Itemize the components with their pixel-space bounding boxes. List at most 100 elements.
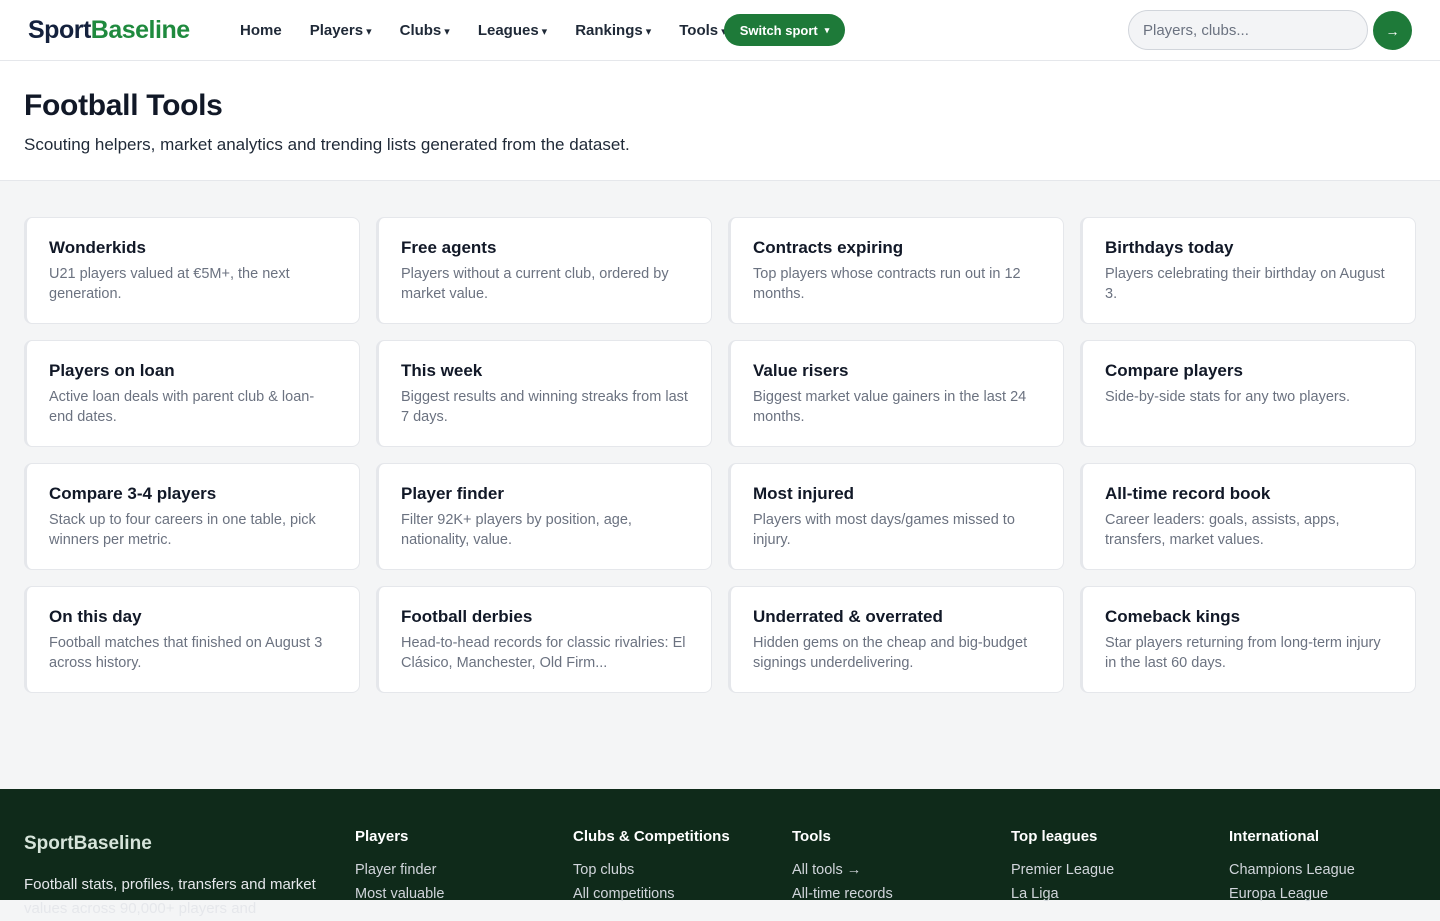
- tool-card-player-finder[interactable]: Player finder Filter 92K+ players by posi…: [376, 463, 712, 570]
- chevron-down-icon: ▾: [645, 25, 652, 38]
- tool-card-contracts-expiring[interactable]: Contracts expiring Top players whose cont…: [728, 217, 1064, 324]
- tool-card-description: U21 players valued at €5M+, the next gen…: [49, 266, 290, 302]
- nav-tools-label: Tools: [679, 21, 719, 39]
- chevron-down-icon: ▾: [824, 24, 830, 35]
- tool-card-title: Contracts expiring: [753, 238, 904, 257]
- footer-link[interactable]: All tools →: [792, 858, 893, 882]
- tool-card-free-agents[interactable]: Free agents Players without a current clu…: [376, 217, 712, 324]
- tool-card-title: Football derbies: [401, 607, 533, 626]
- tool-card-title: Free agents: [401, 238, 497, 257]
- tool-card-on-this-day[interactable]: On this day Football matches that finishe…: [24, 586, 360, 693]
- logo-part-baseline: Baseline: [90, 16, 190, 44]
- main-nav: Home Players ▾ Clubs ▾ Leagues ▾ Rankings ▾ …: [240, 0, 755, 60]
- tool-card-underrated-overrated[interactable]: Underrated & overrated Hidden gems on the…: [728, 586, 1064, 693]
- footer-column-clubs-competitions: Clubs & Competitions Top clubs All compe…: [573, 828, 730, 906]
- nav-clubs-label: Clubs: [399, 21, 442, 39]
- tool-card-most-injured[interactable]: Most injured Players with most days/games…: [728, 463, 1064, 570]
- tool-card-title: Compare players: [1105, 361, 1243, 380]
- nav-home-label: Home: [240, 21, 282, 39]
- footer-link[interactable]: Player finder: [355, 858, 444, 882]
- nav-clubs[interactable]: Clubs ▾: [400, 22, 450, 39]
- tool-card-wonderkids[interactable]: Wonderkids U21 players valued at €5M+, th…: [24, 217, 360, 324]
- nav-tools[interactable]: Tools▾: [679, 22, 726, 39]
- nav-players[interactable]: Players ▾: [310, 22, 372, 39]
- tool-card-description: Stack up to four careers in one table, p…: [49, 512, 316, 548]
- tool-card-this-week[interactable]: This week Biggest results and winning str…: [376, 340, 712, 447]
- footer-description: Football stats, profiles, transfers and …: [24, 876, 316, 917]
- tool-card-description: Head-to-head records for classic rivalri…: [401, 635, 686, 671]
- footer-link[interactable]: Premier League: [1011, 858, 1114, 882]
- switch-sport-label: Switch sport: [739, 22, 818, 38]
- footer-link[interactable]: La Liga: [1011, 882, 1114, 906]
- footer-column-heading: Players: [355, 828, 409, 845]
- tool-card-birthdays-today[interactable]: Birthdays today Players celebrating their…: [1080, 217, 1416, 324]
- nav-leagues[interactable]: Leagues ▾: [478, 22, 547, 39]
- chevron-down-icon: ▾: [541, 25, 548, 38]
- tool-card-compare-3-4-players[interactable]: Compare 3-4 players Stack up to four care…: [24, 463, 360, 570]
- footer-column-players: Players Player finder Most valuable: [355, 828, 444, 906]
- tool-card-description: Football matches that finished on August…: [49, 635, 323, 671]
- tool-card-title: Wonderkids: [49, 238, 146, 257]
- tool-card-title: All-time record book: [1105, 484, 1271, 503]
- tool-card-description: Players celebrating their birthday on Au…: [1105, 266, 1385, 302]
- footer-column-heading: International: [1229, 828, 1320, 845]
- tool-card-description: Star players returning from long-term in…: [1105, 635, 1381, 671]
- footer-link[interactable]: All competitions: [573, 882, 730, 906]
- tool-card-football-derbies[interactable]: Football derbies Head-to-head records for…: [376, 586, 712, 693]
- tool-card-description: Top players whose contracts run out in 1…: [753, 266, 1021, 302]
- tool-card-all-time-record-book[interactable]: All-time record book Career leaders: goal…: [1080, 463, 1416, 570]
- nav-rankings[interactable]: Rankings ▾: [575, 22, 651, 39]
- tool-card-description: Side-by-side stats for any two players.: [1105, 389, 1350, 405]
- footer-link[interactable]: Most valuable: [355, 882, 444, 906]
- footer-column-international: International Champions League Europa Le…: [1229, 828, 1355, 906]
- tool-card-players-on-loan[interactable]: Players on loan Active loan deals with pa…: [24, 340, 360, 447]
- nav-leagues-label: Leagues: [477, 21, 539, 39]
- arrow-right-icon: →: [1385, 22, 1400, 39]
- tool-card-title: Compare 3-4 players: [49, 484, 217, 503]
- nav-home[interactable]: Home: [240, 22, 282, 39]
- footer-link[interactable]: Champions League: [1229, 858, 1355, 882]
- footer-column-heading: Top leagues: [1011, 828, 1098, 845]
- chevron-down-icon: ▾: [366, 25, 372, 38]
- search-submit-button[interactable]: →: [1373, 11, 1412, 50]
- footer-column-heading: Tools: [792, 828, 831, 845]
- tool-card-title: On this day: [49, 607, 142, 626]
- footer-link[interactable]: All-time records: [792, 882, 893, 906]
- nav-players-label: Players: [309, 21, 364, 39]
- footer-link[interactable]: Europa League: [1229, 882, 1355, 906]
- site-footer: SportBaseline Football stats, profiles, …: [0, 789, 1440, 917]
- tool-card-compare-players[interactable]: Compare players Side-by-side stats for an…: [1080, 340, 1416, 447]
- tool-card-description: Hidden gems on the cheap and big-budget …: [753, 635, 1028, 671]
- tool-card-comeback-kings[interactable]: Comeback kings Star players returning fro…: [1080, 586, 1416, 693]
- page-subtitle: Scouting helpers, market analytics and t…: [24, 135, 630, 154]
- page-header: Football Tools Scouting helpers, market …: [0, 61, 1440, 181]
- tool-card-value-risers[interactable]: Value risers Biggest market value gainers…: [728, 340, 1064, 447]
- tools-grid: Wonderkids U21 players valued at €5M+, th…: [24, 217, 1416, 693]
- tool-card-title: Most injured: [753, 484, 855, 503]
- sportbaseline-logo[interactable]: SportBaseline: [28, 14, 190, 46]
- top-navigation-bar: SportBaseline Home Players ▾ Clubs ▾ Leagu…: [0, 0, 1440, 61]
- logo-part-sport: Sport: [28, 16, 91, 44]
- tool-card-title: Comeback kings: [1105, 607, 1241, 626]
- tool-card-description: Biggest market value gainers in the last…: [753, 389, 1027, 425]
- tool-card-description: Players with most days/games missed to i…: [753, 512, 1015, 548]
- tool-card-title: Players on loan: [49, 361, 175, 380]
- tool-card-title: Player finder: [401, 484, 504, 503]
- switch-sport-button[interactable]: Switch sport ▾: [724, 14, 845, 46]
- tool-card-title: Birthdays today: [1105, 238, 1234, 257]
- tool-card-description: Filter 92K+ players by position, age, na…: [401, 512, 632, 548]
- tool-card-description: Biggest results and winning streaks from…: [401, 389, 688, 425]
- tool-card-title: Value risers: [753, 361, 849, 380]
- page-title: Football Tools: [24, 89, 223, 122]
- tool-card-title: Underrated & overrated: [753, 607, 943, 626]
- footer-column-heading: Clubs & Competitions: [573, 828, 730, 845]
- nav-rankings-label: Rankings: [575, 21, 643, 39]
- footer-column-tools: Tools All tools → All-time records: [792, 828, 893, 906]
- search-input[interactable]: [1128, 10, 1368, 50]
- footer-link[interactable]: Top clubs: [573, 858, 730, 882]
- footer-column-top-leagues: Top leagues Premier League La Liga: [1011, 828, 1114, 906]
- chevron-down-icon: ▾: [444, 25, 450, 38]
- tool-card-description: Active loan deals with parent club & loa…: [49, 389, 315, 425]
- tool-card-title: This week: [401, 361, 483, 380]
- footer-brand: SportBaseline: [24, 833, 152, 854]
